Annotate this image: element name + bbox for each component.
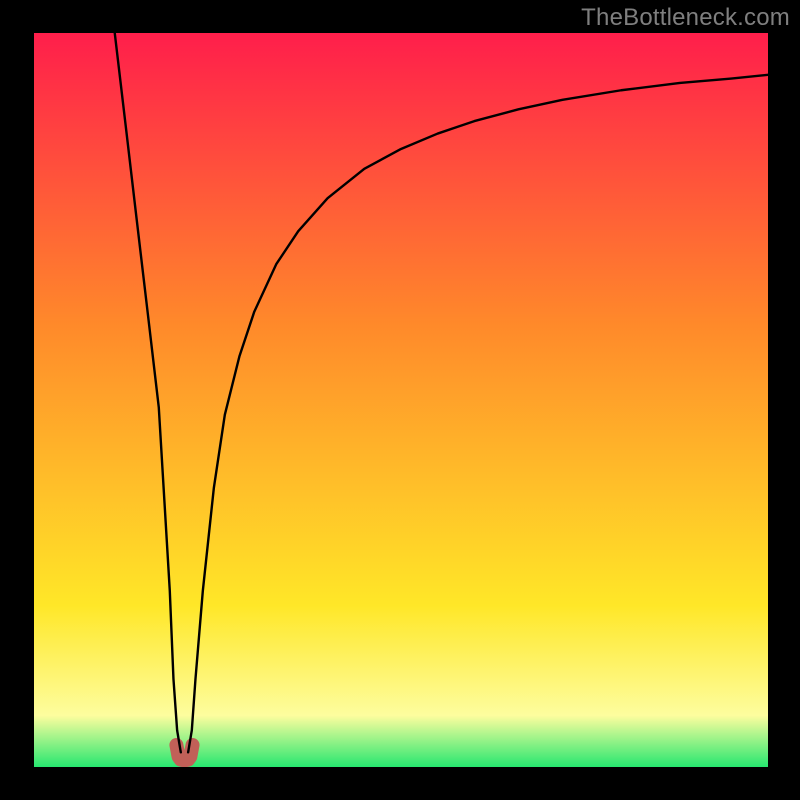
chart-svg [34,33,768,767]
plot-area [34,33,768,767]
attribution-text: TheBottleneck.com [581,4,790,32]
chart-frame: TheBottleneck.com [0,0,800,800]
gradient-background [34,33,768,767]
